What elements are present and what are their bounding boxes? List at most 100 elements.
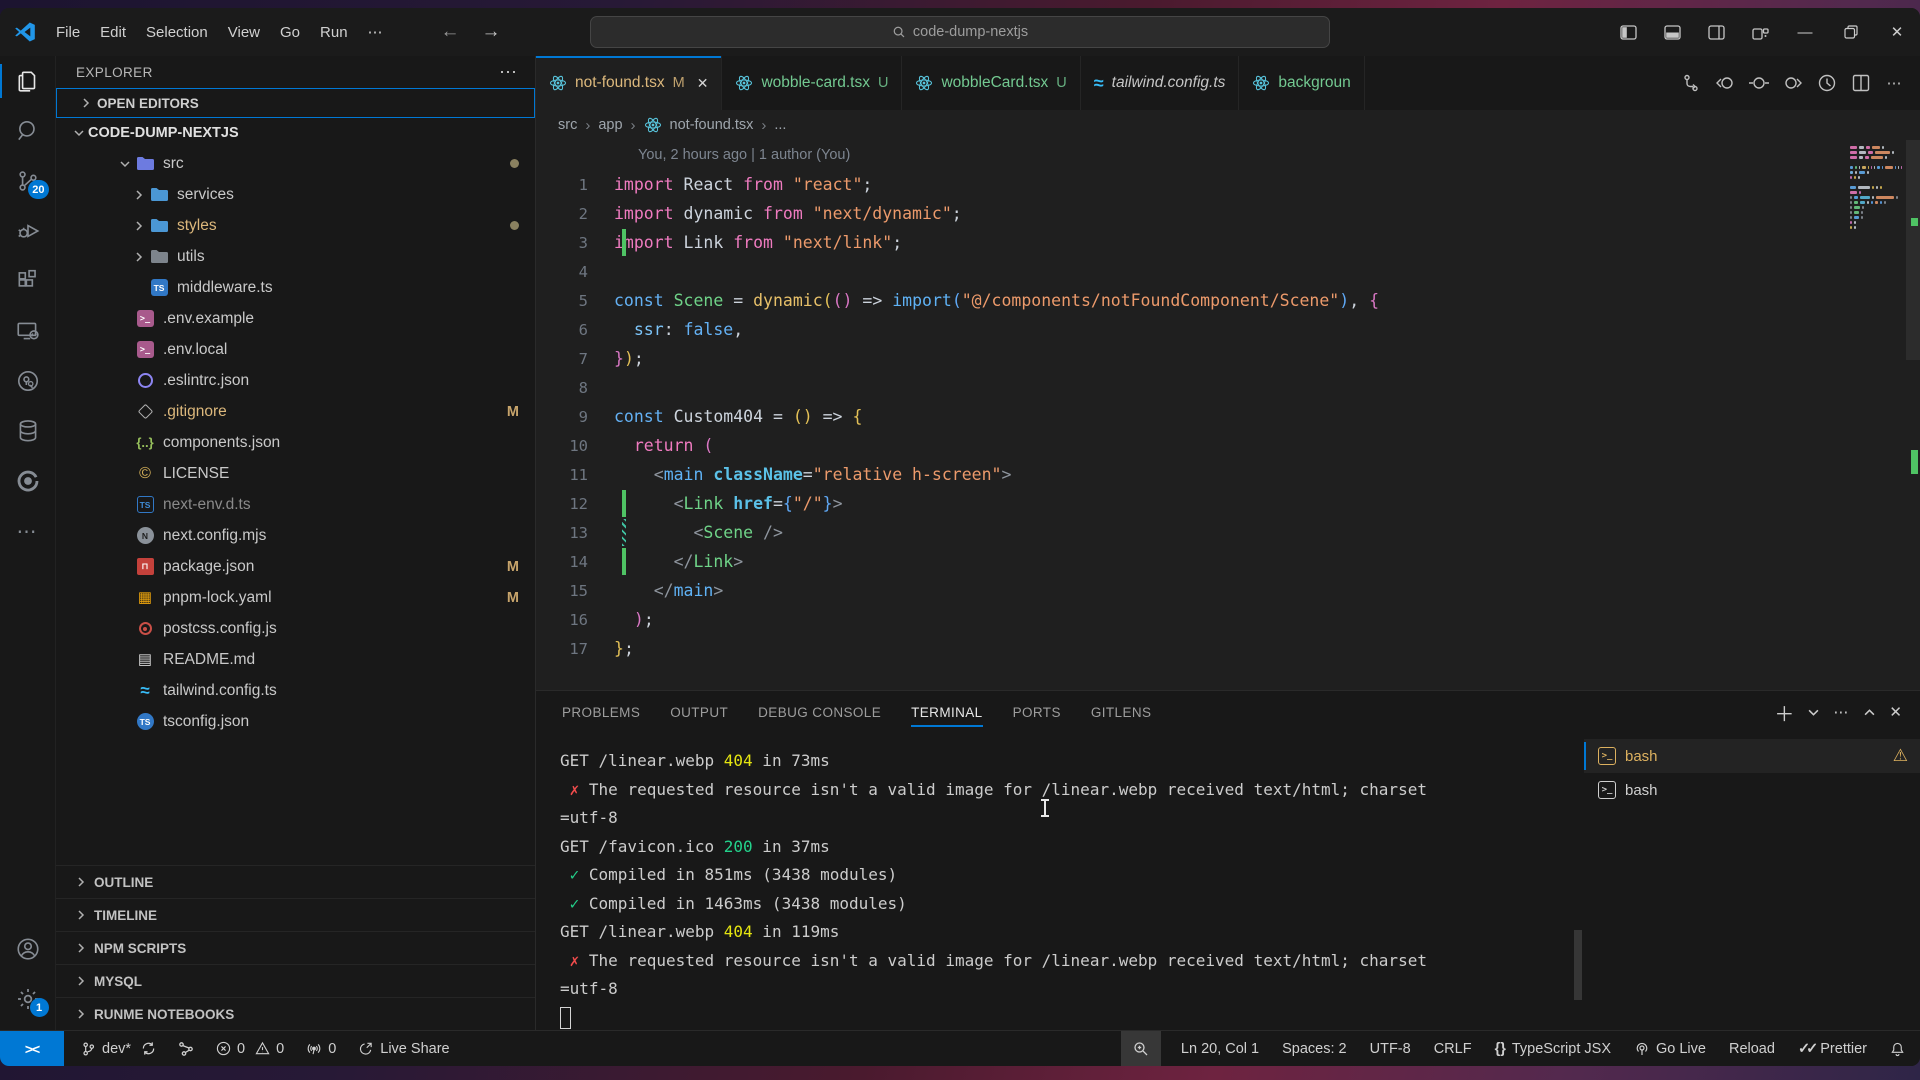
- menu-go[interactable]: Go: [270, 20, 310, 45]
- tree-item-pnpm-lock.yaml[interactable]: ▦pnpm-lock.yamlM: [56, 582, 535, 613]
- revert-change-icon[interactable]: [1744, 68, 1774, 98]
- panel-tab-gitlens[interactable]: GITLENS: [1091, 691, 1152, 733]
- section-outline[interactable]: OUTLINE: [56, 865, 535, 898]
- tree-item-LICENSE[interactable]: ©LICENSE: [56, 458, 535, 489]
- menu-file[interactable]: File: [46, 20, 90, 45]
- menu-selection[interactable]: Selection: [136, 20, 218, 45]
- tree-item-tailwind.config.ts[interactable]: ≈tailwind.config.ts: [56, 675, 535, 706]
- terminal-output[interactable]: GET /linear.webp 404 in 73ms ✗ The reque…: [536, 733, 1572, 1030]
- code-line-8[interactable]: 8: [536, 373, 1920, 402]
- tab-not-found.tsx[interactable]: not-found.tsxM✕: [536, 56, 722, 110]
- remote-explorer-icon[interactable]: [0, 306, 56, 356]
- status-notifications[interactable]: [1887, 1041, 1908, 1057]
- tree-item-next.config.mjs[interactable]: Nnext.config.mjs: [56, 520, 535, 551]
- run-debug-icon[interactable]: [0, 206, 56, 256]
- status-language-mode[interactable]: {}TypeScript JSX: [1492, 1041, 1614, 1057]
- explorer-icon[interactable]: [0, 56, 56, 106]
- code-line-14[interactable]: 14 </Link>: [536, 547, 1920, 576]
- menu-edit[interactable]: Edit: [90, 20, 136, 45]
- status-encoding[interactable]: UTF-8: [1367, 1041, 1414, 1057]
- next-change-icon[interactable]: [1778, 68, 1808, 98]
- code-line-10[interactable]: 10 return (: [536, 431, 1920, 460]
- status-go-live[interactable]: Go Live: [1631, 1041, 1709, 1057]
- tree-item-.env.example[interactable]: >_.env.example: [56, 303, 535, 334]
- tree-item-.eslintrc.json[interactable]: .eslintrc.json: [56, 365, 535, 396]
- open-editors-row[interactable]: OPEN EDITORS: [56, 88, 535, 118]
- new-terminal-icon[interactable]: ＋: [1774, 698, 1794, 727]
- gitlens-icon[interactable]: [0, 356, 56, 406]
- close-button[interactable]: ✕: [1874, 8, 1920, 56]
- code-line-9[interactable]: 9const Custom404 = () => {: [536, 402, 1920, 431]
- code-line-12[interactable]: 12 <Link href={"/"}>: [536, 489, 1920, 518]
- split-editor-icon[interactable]: [1846, 68, 1876, 98]
- code-line-6[interactable]: 6 ssr: false,: [536, 315, 1920, 344]
- section-timeline[interactable]: TIMELINE: [56, 898, 535, 931]
- minimize-button[interactable]: —: [1782, 8, 1828, 56]
- tree-item-package.json[interactable]: ⊓package.jsonM: [56, 551, 535, 582]
- tree-item-next-env.d.ts[interactable]: TSnext-env.d.ts: [56, 489, 535, 520]
- tree-item-src[interactable]: src: [56, 148, 535, 179]
- status-zoom[interactable]: [1121, 1031, 1161, 1067]
- minimap[interactable]: [1850, 146, 1902, 231]
- extensions-icon[interactable]: [0, 256, 56, 306]
- breadcrumb-item-not-found.tsx[interactable]: not-found.tsx: [670, 117, 754, 133]
- extension-circle-icon[interactable]: [0, 456, 56, 506]
- status-cursor-position[interactable]: Ln 20, Col 1: [1178, 1041, 1262, 1057]
- code-line-17[interactable]: 17};: [536, 634, 1920, 663]
- maximize-panel-icon[interactable]: [1864, 707, 1875, 718]
- tree-item-components.json[interactable]: {..}components.json: [56, 427, 535, 458]
- database-icon[interactable]: [0, 406, 56, 456]
- section-npm-scripts[interactable]: NPM SCRIPTS: [56, 931, 535, 964]
- code-line-2[interactable]: 2import dynamic from "next/dynamic";: [536, 199, 1920, 228]
- code-line-13[interactable]: 13 <Scene />: [536, 518, 1920, 547]
- additional-views-icon[interactable]: ⋯: [0, 506, 56, 556]
- menu-more[interactable]: ⋯: [358, 19, 393, 45]
- code-editor[interactable]: You, 2 hours ago | 1 author (You) 1impor…: [536, 140, 1920, 690]
- tab-wobbleCard.tsx[interactable]: wobbleCard.tsxU: [902, 56, 1080, 110]
- tree-item-styles[interactable]: styles: [56, 210, 535, 241]
- status-prettier[interactable]: ✓✓Prettier: [1795, 1041, 1870, 1057]
- timeline-icon[interactable]: [1812, 68, 1842, 98]
- tree-item-utils[interactable]: utils: [56, 241, 535, 272]
- nav-back-icon[interactable]: ←: [441, 21, 460, 43]
- source-control-icon[interactable]: 20: [0, 156, 56, 206]
- editor-more-actions-icon[interactable]: ⋯: [1880, 68, 1910, 98]
- code-line-11[interactable]: 11 <main className="relative h-screen">: [536, 460, 1920, 489]
- close-tab-icon[interactable]: ✕: [697, 75, 709, 92]
- breadcrumb-item-src[interactable]: src: [558, 117, 577, 133]
- section-mysql[interactable]: MYSQL: [56, 964, 535, 997]
- panel-tab-problems[interactable]: PROBLEMS: [562, 691, 640, 733]
- section-runme-notebooks[interactable]: RUNME NOTEBOOKS: [56, 997, 535, 1030]
- tree-item-.env.local[interactable]: >_.env.local: [56, 334, 535, 365]
- code-line-7[interactable]: 7});: [536, 344, 1920, 373]
- menu-view[interactable]: View: [218, 20, 270, 45]
- status-problems[interactable]: 00: [213, 1041, 287, 1057]
- code-line-4[interactable]: 4: [536, 257, 1920, 286]
- tab-wobble-card.tsx[interactable]: wobble-card.tsxU: [722, 56, 902, 110]
- toggle-secondary-sidebar-icon[interactable]: [1694, 8, 1738, 56]
- tree-item-middleware.ts[interactable]: TSmiddleware.ts: [56, 272, 535, 303]
- account-icon[interactable]: [0, 924, 56, 974]
- status-gitlens-graph[interactable]: [175, 1041, 197, 1057]
- explorer-more-actions-icon[interactable]: ⋯: [499, 62, 519, 83]
- status-reload[interactable]: Reload: [1726, 1041, 1778, 1057]
- workspace-root-row[interactable]: CODE-DUMP-NEXTJS: [56, 118, 535, 148]
- nav-forward-icon[interactable]: →: [482, 21, 501, 43]
- toggle-panel-icon[interactable]: [1650, 8, 1694, 56]
- tree-item-postcss.config.js[interactable]: postcss.config.js: [56, 613, 535, 644]
- customize-layout-icon[interactable]: [1738, 8, 1782, 56]
- menu-run[interactable]: Run: [310, 20, 358, 45]
- terminal-instance-bash[interactable]: >_bash⚠: [1584, 739, 1920, 773]
- code-line-1[interactable]: 1import React from "react";: [536, 170, 1920, 199]
- close-panel-icon[interactable]: ✕: [1889, 703, 1902, 721]
- status-live-share[interactable]: Live Share: [355, 1041, 452, 1057]
- terminal-scrollbar[interactable]: [1572, 733, 1584, 1030]
- tree-item-tsconfig.json[interactable]: TStsconfig.json: [56, 706, 535, 737]
- code-line-15[interactable]: 15 </main>: [536, 576, 1920, 605]
- tab-tailwind.config.ts[interactable]: ≈tailwind.config.ts: [1081, 56, 1240, 110]
- previous-change-icon[interactable]: [1710, 68, 1740, 98]
- tree-item-README.md[interactable]: ▤README.md: [56, 644, 535, 675]
- code-line-5[interactable]: 5const Scene = dynamic(() => import("@/c…: [536, 286, 1920, 315]
- panel-tab-terminal[interactable]: TERMINAL: [911, 691, 982, 733]
- tab-backgroun[interactable]: backgroun: [1239, 56, 1364, 110]
